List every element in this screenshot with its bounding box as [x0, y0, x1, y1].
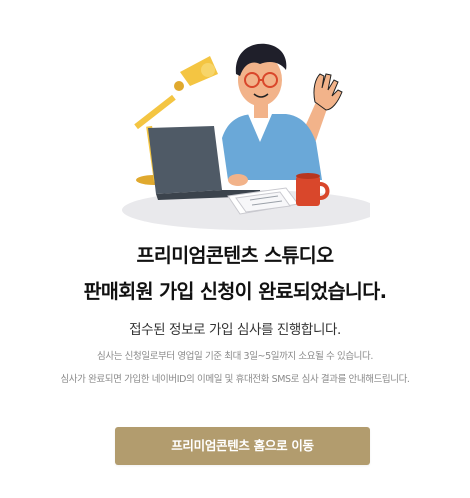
signup-complete-page: 프리미엄콘텐츠 스튜디오 판매회원 가입 신청이 완료되었습니다. 접수된 정보…	[0, 0, 470, 498]
review-duration-note: 심사는 신청일로부터 영업일 기준 최대 3일~5일까지 소요될 수 있습니다.	[97, 351, 373, 362]
completion-title-line1: 프리미엄콘텐츠 스튜디오	[136, 244, 335, 267]
go-to-premium-home-button[interactable]: 프리미엄콘텐츠 홈으로 이동	[115, 427, 370, 465]
person-figure	[222, 43, 343, 180]
completion-title-line2: 판매회원 가입 신청이 완료되었습니다.	[83, 280, 387, 303]
review-result-notice: 심사가 완료되면 가입한 네이버ID의 이메일 및 휴대전화 SMS로 심사 결…	[60, 374, 410, 385]
person-waving-at-laptop-illustration	[122, 43, 370, 230]
review-in-progress-text: 접수된 정보로 가입 심사를 진행합니다.	[129, 322, 341, 338]
hand-on-desk	[228, 174, 248, 186]
